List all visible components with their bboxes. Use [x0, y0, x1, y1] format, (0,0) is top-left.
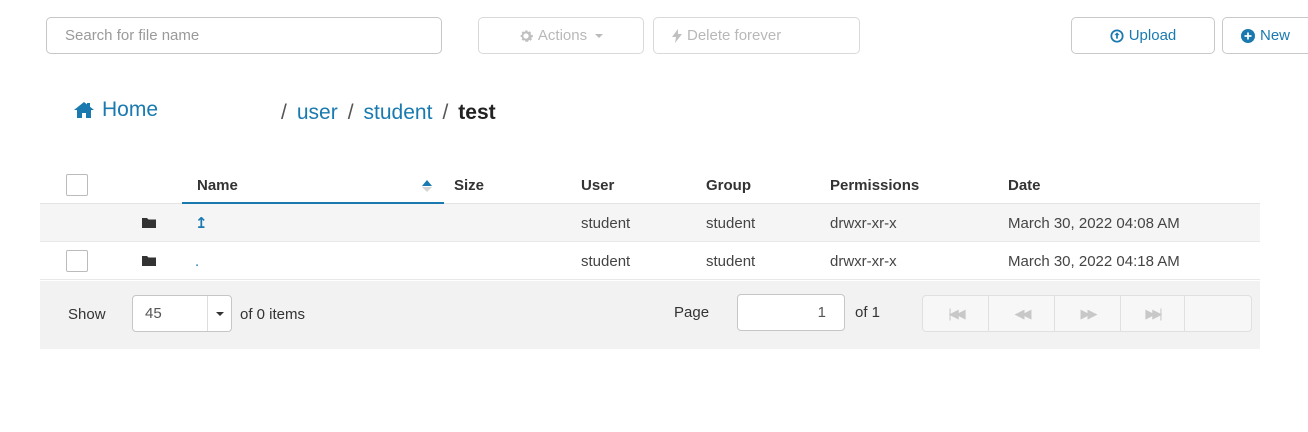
column-header-name[interactable]: Name — [197, 166, 238, 204]
pagination-bar: Show 45 of 0 items Page of 1 |◀◀ ◀◀ ▶▶ ▶… — [40, 281, 1260, 349]
dropdown-arrow-icon[interactable] — [207, 296, 231, 331]
new-label: New — [1260, 27, 1291, 44]
page-size-value: 45 — [145, 305, 162, 322]
toolbar: Actions Delete forever Upload New — [0, 17, 1308, 55]
next-page-button[interactable]: ▶▶ — [1055, 296, 1121, 331]
page-label: Page — [674, 304, 710, 321]
prev-page-icon: ◀◀ — [1014, 305, 1032, 321]
bolt-icon — [672, 28, 682, 43]
breadcrumb-current: test — [458, 101, 496, 124]
upload-button[interactable]: Upload — [1071, 17, 1215, 54]
select-all-checkbox[interactable] — [66, 174, 88, 196]
page-total-label: of 1 — [855, 304, 881, 321]
row-group: student — [706, 252, 756, 270]
row-date: March 30, 2022 04:08 AM — [1008, 214, 1180, 232]
breadcrumb: Home / user / student / test — [74, 98, 674, 128]
next-page-icon: ▶▶ — [1080, 305, 1098, 321]
sort-ascending-icon[interactable] — [420, 179, 434, 193]
actions-button[interactable]: Actions — [478, 17, 644, 54]
search-input[interactable] — [46, 17, 442, 54]
upload-circle-icon — [1110, 28, 1124, 43]
row-name-link[interactable]: . — [195, 242, 199, 280]
column-header-permissions[interactable]: Permissions — [830, 166, 919, 204]
pager-controls: |◀◀ ◀◀ ▶▶ ▶▶| — [922, 295, 1252, 332]
pager-spacer — [1185, 296, 1251, 331]
page-size-select[interactable]: 45 — [132, 295, 232, 332]
folder-icon — [142, 218, 156, 228]
breadcrumb-item-user[interactable]: user — [297, 101, 338, 125]
last-page-button[interactable]: ▶▶| — [1121, 296, 1185, 331]
column-header-size[interactable]: Size — [454, 166, 484, 204]
show-label: Show — [68, 306, 106, 323]
delete-forever-button[interactable]: Delete forever — [653, 17, 860, 54]
table-row[interactable]: ↥ student student drwxr-xr-x March 30, 2… — [40, 204, 1260, 242]
breadcrumb-separator: / — [442, 101, 449, 124]
first-page-button[interactable]: |◀◀ — [923, 296, 989, 331]
plus-circle-icon — [1241, 28, 1255, 43]
column-header-date[interactable]: Date — [1008, 166, 1041, 204]
folder-icon — [142, 256, 156, 266]
row-user: student — [581, 252, 631, 270]
items-count-label: of 0 items — [240, 306, 306, 323]
breadcrumb-home[interactable]: Home — [74, 98, 158, 122]
prev-page-button[interactable]: ◀◀ — [989, 296, 1055, 331]
breadcrumb-item-student[interactable]: student — [364, 101, 433, 125]
row-user: student — [581, 214, 631, 232]
row-group: student — [706, 214, 756, 232]
home-icon — [74, 102, 94, 118]
breadcrumb-separator: / — [281, 101, 287, 124]
column-header-group[interactable]: Group — [706, 166, 751, 204]
table-row[interactable]: . student student drwxr-xr-x March 30, 2… — [40, 242, 1260, 280]
breadcrumb-path: / user / student / test — [281, 101, 496, 125]
first-page-icon: |◀◀ — [948, 305, 965, 321]
page-number-input[interactable] — [737, 294, 845, 331]
actions-label: Actions — [537, 27, 588, 44]
row-checkbox[interactable] — [66, 250, 88, 272]
breadcrumb-separator: / — [347, 101, 354, 124]
gear-icon — [520, 29, 533, 42]
table-header: Name Size User Group Permissions Date — [40, 166, 1260, 204]
row-permissions: drwxr-xr-x — [830, 214, 897, 232]
caret-down-icon — [595, 33, 604, 38]
breadcrumb-home-label: Home — [102, 98, 159, 121]
row-date: March 30, 2022 04:18 AM — [1008, 252, 1180, 270]
new-button[interactable]: New — [1222, 17, 1308, 54]
parent-directory-link[interactable]: ↥ — [195, 204, 208, 242]
row-permissions: drwxr-xr-x — [830, 252, 897, 270]
column-header-user[interactable]: User — [581, 166, 614, 204]
upload-label: Upload — [1128, 27, 1177, 44]
last-page-icon: ▶▶| — [1145, 305, 1162, 321]
delete-forever-label: Delete forever — [687, 27, 782, 44]
